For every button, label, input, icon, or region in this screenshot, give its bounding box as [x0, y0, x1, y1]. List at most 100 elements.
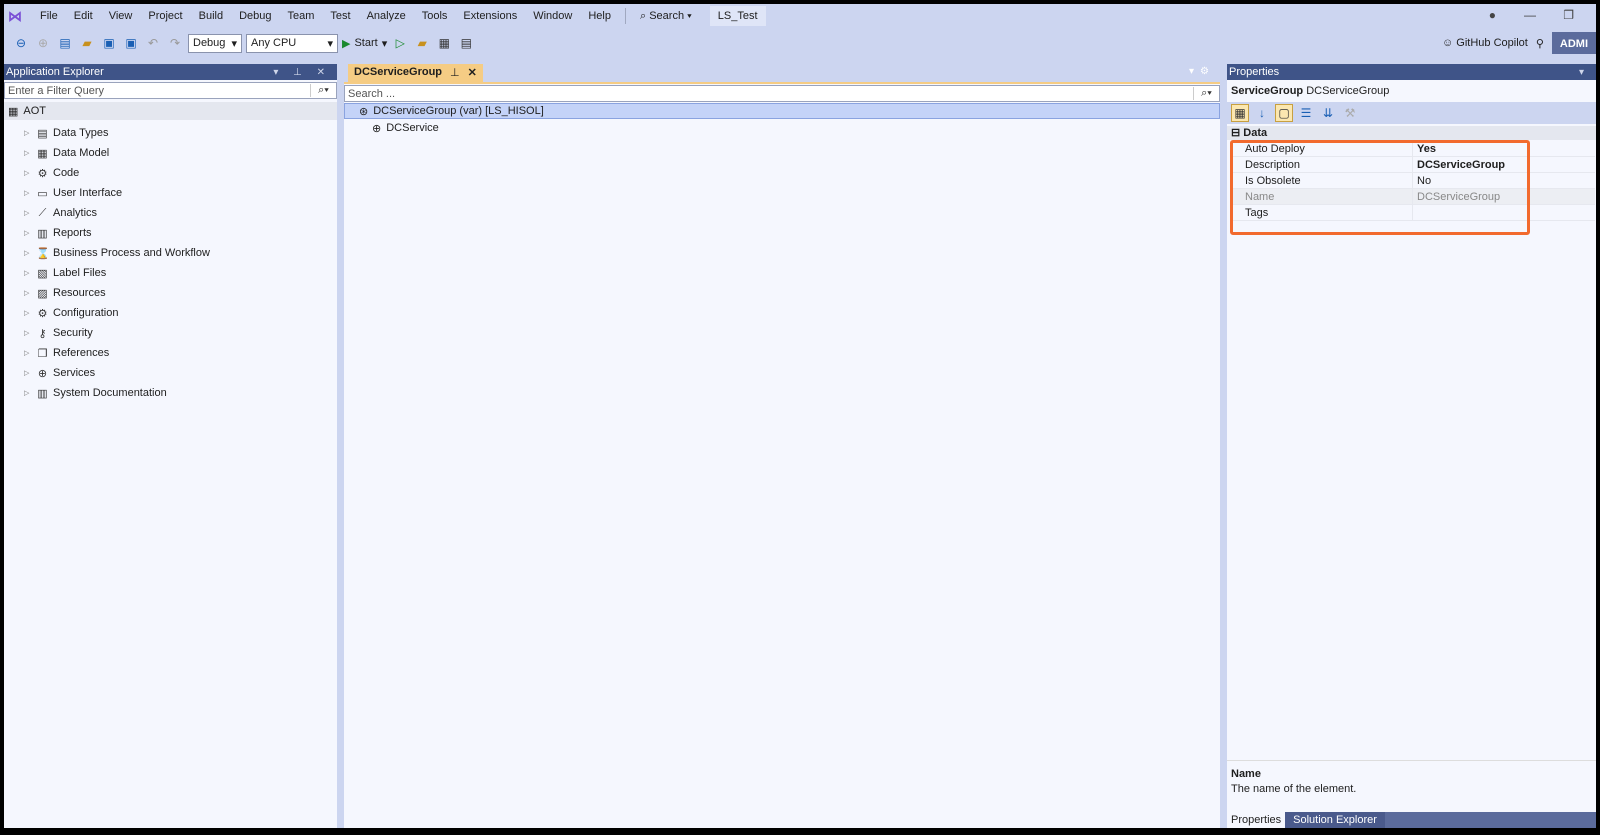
categorized-icon[interactable]: ▦	[1231, 104, 1249, 122]
tree-item-resources[interactable]: ▷ ▨ Resources	[24, 283, 106, 303]
feedback-icon[interactable]: ⚲	[1536, 37, 1544, 50]
expand-arrow-icon[interactable]: ▷	[24, 349, 32, 357]
category-data[interactable]: ⊟ Data	[1227, 126, 1596, 140]
menu-window[interactable]: Window	[525, 10, 580, 22]
tree-item-label: Resources	[53, 287, 106, 299]
panel-controls[interactable]: ▾	[1579, 67, 1590, 78]
tree-item-services[interactable]: ▷ ⊕ Services	[24, 363, 95, 383]
tree-root-aot[interactable]: ▦ AOT	[4, 102, 337, 120]
expand-arrow-icon[interactable]: ▷	[24, 249, 32, 257]
tree-item-business-process-and-workflow[interactable]: ▷ ⌛ Business Process and Workflow	[24, 243, 210, 263]
tree-item-data-types[interactable]: ▷ ▤ Data Types	[24, 123, 108, 143]
account-badge[interactable]: ADMI	[1551, 32, 1596, 54]
expand-arrow-icon[interactable]: ▷	[24, 389, 32, 397]
solution-name: LS_Test	[709, 6, 766, 26]
redo-icon[interactable]: ↷	[166, 34, 184, 52]
pin-icon[interactable]: ⊥	[450, 66, 460, 79]
github-copilot-button[interactable]: ☺ GitHub Copilot	[1442, 37, 1528, 49]
platform-dropdown[interactable]: Any CPU ▾	[246, 33, 338, 53]
forward-icon[interactable]: ⊕	[34, 34, 52, 52]
platform-value: Any CPU	[251, 37, 297, 49]
find-in-files-icon[interactable]: ▰	[413, 34, 431, 52]
tree-item-configuration[interactable]: ▷ ⚙ Configuration	[24, 303, 118, 323]
minimize-button[interactable]: —	[1524, 8, 1536, 22]
report-icon: ▥	[37, 227, 48, 240]
tree-node-service[interactable]: ⊕ DCService	[372, 120, 439, 136]
toolbar: ⊖ ⊕ ▤ ▰ ▣ ▣ ↶ ↷ Debug ▾ Any CPU ▾ ▶ Start ▾ …	[4, 30, 1596, 56]
save-icon[interactable]: ▣	[100, 34, 118, 52]
menu-test[interactable]: Test	[322, 10, 358, 22]
expand-arrow-icon[interactable]: ▷	[24, 209, 32, 217]
search-placeholder: Search ...	[348, 87, 396, 100]
menu-help[interactable]: Help	[580, 10, 619, 22]
tree-item-label: Label Files	[53, 267, 107, 279]
open-icon[interactable]: ▰	[78, 34, 96, 52]
menu-debug[interactable]: Debug	[231, 10, 279, 22]
tree-item-code[interactable]: ▷ ⚙ Code	[24, 163, 79, 183]
menu-tools[interactable]: Tools	[414, 10, 456, 22]
key-icon: ⚷	[38, 327, 47, 340]
tab-dcservicegroup[interactable]: DCServiceGroup ⊥ ✕	[348, 64, 483, 82]
window-layout-icon[interactable]: ▦	[435, 34, 453, 52]
avatar[interactable]: ●	[1489, 8, 1496, 22]
events-icon[interactable]: ☰	[1297, 104, 1315, 122]
tree-item-security[interactable]: ▷ ⚷ Security	[24, 323, 93, 343]
wrench-icon[interactable]: ⚒	[1341, 104, 1359, 122]
expand-arrow-icon[interactable]: ▷	[24, 149, 32, 157]
expand-arrow-icon[interactable]: ▷	[24, 229, 32, 237]
expand-arrow-icon[interactable]: ▷	[24, 309, 32, 317]
expand-arrow-icon[interactable]: ▷	[24, 169, 32, 177]
properties-icon[interactable]: ▢	[1275, 104, 1293, 122]
configuration-dropdown[interactable]: Debug ▾	[188, 33, 242, 53]
expand-arrow-icon[interactable]: ▷	[24, 289, 32, 297]
undo-icon[interactable]: ↶	[144, 34, 162, 52]
tab-solution-explorer[interactable]: Solution Explorer	[1285, 812, 1385, 828]
tree-item-user-interface[interactable]: ▷ ▭ User Interface	[24, 183, 122, 203]
expand-arrow-icon[interactable]: ▷	[24, 189, 32, 197]
tree-item-reports[interactable]: ▷ ▥ Reports	[24, 223, 92, 243]
search-icon[interactable]: ⌕▾	[310, 84, 336, 97]
close-icon[interactable]: ✕	[468, 66, 477, 79]
menu-file[interactable]: File	[32, 10, 66, 22]
tree-item-analytics[interactable]: ▷ ⟋ Analytics	[24, 203, 97, 223]
menu-project[interactable]: Project	[140, 10, 190, 22]
menu-view[interactable]: View	[101, 10, 141, 22]
tree-item-references[interactable]: ▷ ❐ References	[24, 343, 109, 363]
globe-icon: ⊕	[372, 122, 382, 135]
tab-overflow-controls[interactable]: ▾⚙	[1189, 66, 1215, 77]
menu-extensions[interactable]: Extensions	[455, 10, 525, 22]
tab-properties[interactable]: Properties	[1227, 812, 1286, 828]
menu-analyze[interactable]: Analyze	[359, 10, 414, 22]
gear-icon: ⚙	[37, 307, 48, 320]
panel-controls[interactable]: ▾ ⊥ ✕	[273, 67, 331, 78]
back-icon[interactable]: ⊖	[12, 34, 30, 52]
menu-team[interactable]: Team	[280, 10, 323, 22]
new-project-icon[interactable]: ▤	[56, 34, 74, 52]
restore-button[interactable]: ❐	[1563, 8, 1574, 22]
properties-toolbar: ▦ ↓ ▢ ☰ ⇊ ⚒	[1227, 102, 1596, 124]
expand-arrow-icon[interactable]: ▷	[24, 129, 32, 137]
tree-item-system-documentation[interactable]: ▷ ▥ System Documentation	[24, 383, 167, 403]
editor-search-input[interactable]: Search ... ⌕▾	[344, 85, 1220, 102]
tree-item-label-files[interactable]: ▷ ▧ Label Files	[24, 263, 106, 283]
object-type: ServiceGroup	[1231, 85, 1304, 97]
start-button[interactable]: ▶ Start ▾	[342, 37, 387, 50]
filter-input[interactable]: Enter a Filter Query ⌕▾	[4, 82, 337, 99]
expand-arrow-icon[interactable]: ▷	[24, 369, 32, 377]
data-types-icon: ▤	[37, 127, 48, 140]
alphabetical-icon[interactable]: ↓	[1253, 104, 1271, 122]
tree-item-data-model[interactable]: ▷ ▦ Data Model	[24, 143, 109, 163]
menu-build[interactable]: Build	[191, 10, 231, 22]
expand-arrow-icon[interactable]: ▷	[24, 329, 32, 337]
tree-node-servicegroup[interactable]: ⊛ DCServiceGroup (var) [LS_HISOL]	[344, 103, 1220, 119]
search-button[interactable]: ⌕ Search ▾	[632, 10, 700, 23]
toolbox-icon[interactable]: ▤	[457, 34, 475, 52]
divider	[624, 8, 626, 24]
sort-icon[interactable]: ⇊	[1319, 104, 1337, 122]
save-all-icon[interactable]: ▣	[122, 34, 140, 52]
menu-edit[interactable]: Edit	[66, 10, 101, 22]
search-icon[interactable]: ⌕▾	[1193, 87, 1219, 100]
expand-arrow-icon[interactable]: ▷	[24, 269, 32, 277]
start-without-debugging-icon[interactable]: ▷	[391, 34, 409, 52]
object-selector[interactable]: ServiceGroup DCServiceGroup	[1231, 85, 1389, 97]
